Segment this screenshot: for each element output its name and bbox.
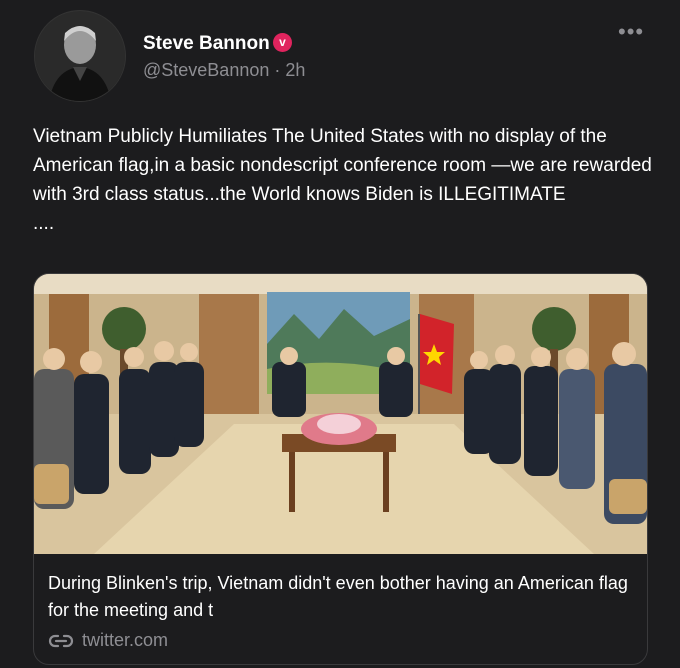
card-domain-row[interactable]: twitter.com [48, 630, 168, 651]
author-handle[interactable]: @SteveBannon [143, 60, 269, 80]
author-meta: @SteveBannon · 2h [143, 60, 305, 81]
tweet-body: Vietnam Publicly Humiliates The United S… [33, 126, 652, 205]
verified-badge-icon: v [273, 33, 292, 52]
card-title[interactable]: During Blinken's trip, Vietnam didn't ev… [48, 570, 638, 624]
more-options-icon[interactable]: ••• [618, 21, 644, 43]
avatar-photo [35, 11, 125, 101]
tweet-trailing: .... [33, 213, 55, 234]
conference-room-photo[interactable] [34, 274, 647, 554]
link-icon [48, 634, 74, 647]
avatar[interactable] [34, 10, 126, 102]
author-name[interactable]: Steve Bannon [143, 33, 270, 55]
card-domain[interactable]: twitter.com [82, 630, 168, 651]
link-card[interactable]: During Blinken's trip, Vietnam didn't ev… [33, 273, 648, 665]
post-time[interactable]: 2h [285, 60, 305, 80]
tweet-text: Vietnam Publicly Humiliates The United S… [33, 122, 653, 238]
meta-separator: · [274, 60, 281, 80]
